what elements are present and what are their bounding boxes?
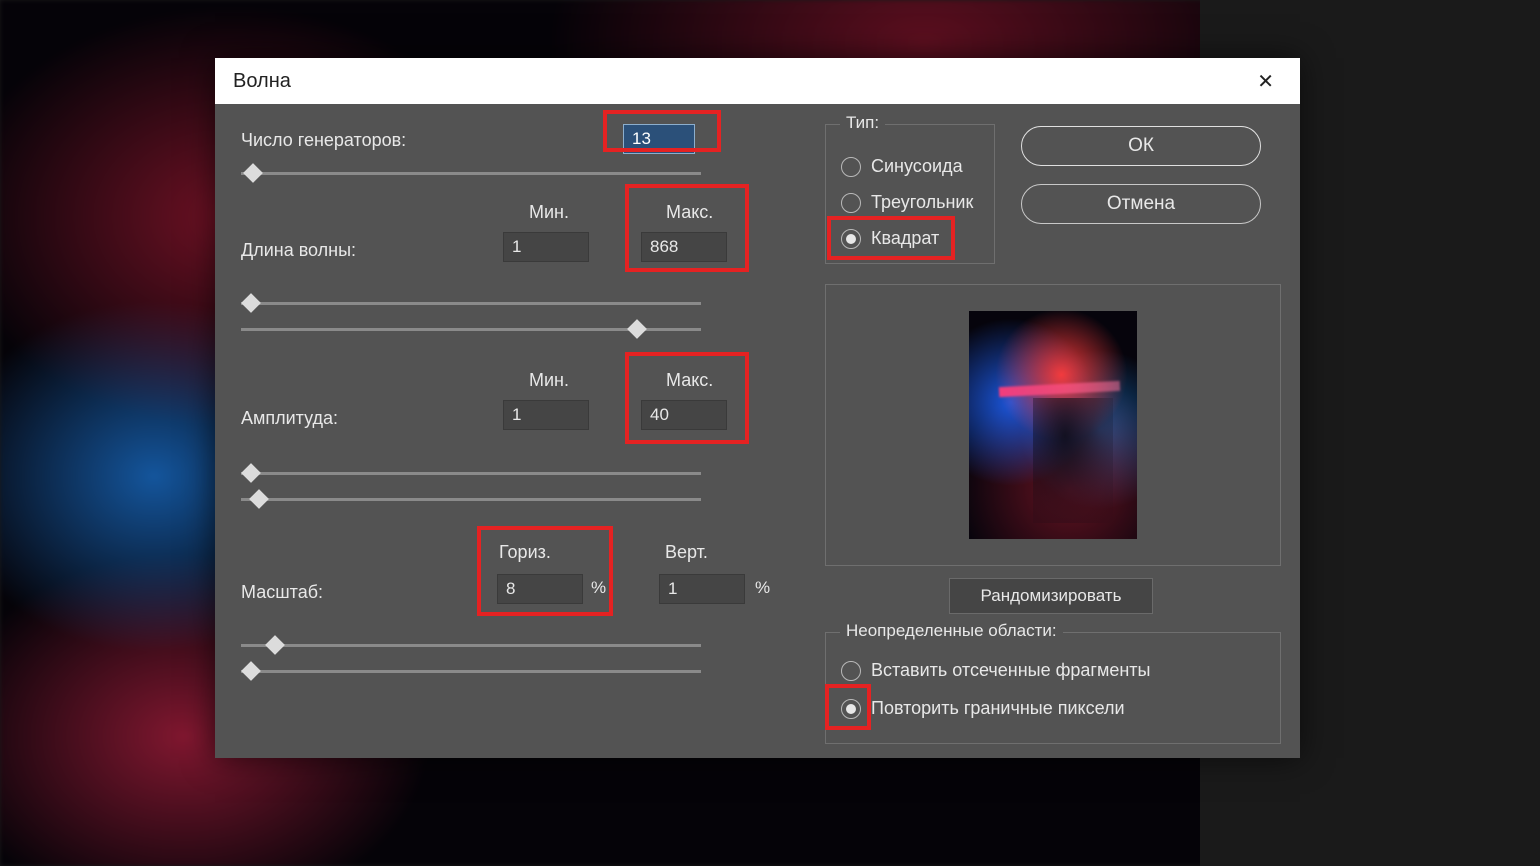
dialog-titlebar[interactable]: Волна ✕: [215, 58, 1300, 104]
radio-icon: [841, 193, 861, 213]
undefined-wrap-label: Вставить отсеченные фрагменты: [871, 660, 1151, 681]
amplitude-min-slider-thumb[interactable]: [241, 463, 261, 483]
randomize-button-label: Рандомизировать: [981, 586, 1122, 606]
radio-icon: [841, 229, 861, 249]
scale-vert-input[interactable]: [659, 574, 745, 604]
wavelength-max-input[interactable]: [641, 232, 727, 262]
scale-horiz-slider[interactable]: [241, 644, 701, 647]
highlight-amplitude-max: [625, 352, 749, 444]
type-radio-triangle[interactable]: Треугольник: [841, 192, 973, 213]
type-group-title: Тип:: [840, 113, 885, 133]
amplitude-max-slider[interactable]: [241, 498, 701, 501]
scale-vert-slider-thumb[interactable]: [241, 661, 261, 681]
scale-vert-label: Верт.: [665, 542, 708, 563]
amplitude-min-slider[interactable]: [241, 472, 701, 475]
amplitude-min-label: Мин.: [529, 370, 569, 391]
wave-filter-dialog: Волна ✕ Число генераторов: Мин. Макс. Дл…: [215, 58, 1300, 758]
type-triangle-label: Треугольник: [871, 192, 973, 213]
undefined-group-title: Неопределенные области:: [840, 621, 1063, 641]
dialog-body: Число генераторов: Мин. Макс. Длина волн…: [215, 104, 1300, 758]
cancel-button[interactable]: Отмена: [1021, 184, 1261, 224]
wavelength-min-slider[interactable]: [241, 302, 701, 305]
ok-button-label: ОК: [1128, 135, 1154, 157]
undefined-areas-group: Неопределенные области:: [825, 632, 1281, 744]
scale-horiz-percent: %: [591, 578, 606, 598]
radio-icon: [841, 699, 861, 719]
scale-vert-percent: %: [755, 578, 770, 598]
amplitude-max-label: Макс.: [666, 370, 713, 391]
scale-label: Масштаб:: [241, 582, 323, 603]
type-radio-square[interactable]: Квадрат: [841, 228, 939, 249]
wavelength-label: Длина волны:: [241, 240, 356, 261]
type-radio-sine[interactable]: Синусоида: [841, 156, 963, 177]
generators-input[interactable]: [623, 124, 695, 154]
radio-icon: [841, 157, 861, 177]
randomize-button[interactable]: Рандомизировать: [949, 578, 1153, 614]
amplitude-max-input[interactable]: [641, 400, 727, 430]
wavelength-max-label: Макс.: [666, 202, 713, 223]
dialog-title: Волна: [233, 70, 291, 93]
scale-horiz-label: Гориз.: [499, 542, 551, 563]
generators-label: Число генераторов:: [241, 130, 406, 151]
scale-horiz-input[interactable]: [497, 574, 583, 604]
undefined-radio-wrap[interactable]: Вставить отсеченные фрагменты: [841, 660, 1151, 681]
amplitude-min-input[interactable]: [503, 400, 589, 430]
wavelength-min-label: Мин.: [529, 202, 569, 223]
wavelength-max-slider-thumb[interactable]: [627, 319, 647, 339]
type-sine-label: Синусоида: [871, 156, 963, 177]
undefined-radio-repeat[interactable]: Повторить граничные пиксели: [841, 698, 1125, 719]
close-icon[interactable]: ✕: [1249, 65, 1282, 98]
wavelength-min-input[interactable]: [503, 232, 589, 262]
preview-panel: [825, 284, 1281, 566]
undefined-repeat-label: Повторить граничные пиксели: [871, 698, 1125, 719]
preview-image: [969, 311, 1137, 539]
generators-slider-thumb[interactable]: [243, 163, 263, 183]
amplitude-max-slider-thumb[interactable]: [249, 489, 269, 509]
wavelength-min-slider-thumb[interactable]: [241, 293, 261, 313]
cancel-button-label: Отмена: [1107, 193, 1175, 215]
amplitude-label: Амплитуда:: [241, 408, 338, 429]
scale-horiz-slider-thumb[interactable]: [265, 635, 285, 655]
generators-slider[interactable]: [241, 172, 701, 175]
radio-icon: [841, 661, 861, 681]
type-square-label: Квадрат: [871, 228, 939, 249]
ok-button[interactable]: ОК: [1021, 126, 1261, 166]
scale-vert-slider[interactable]: [241, 670, 701, 673]
